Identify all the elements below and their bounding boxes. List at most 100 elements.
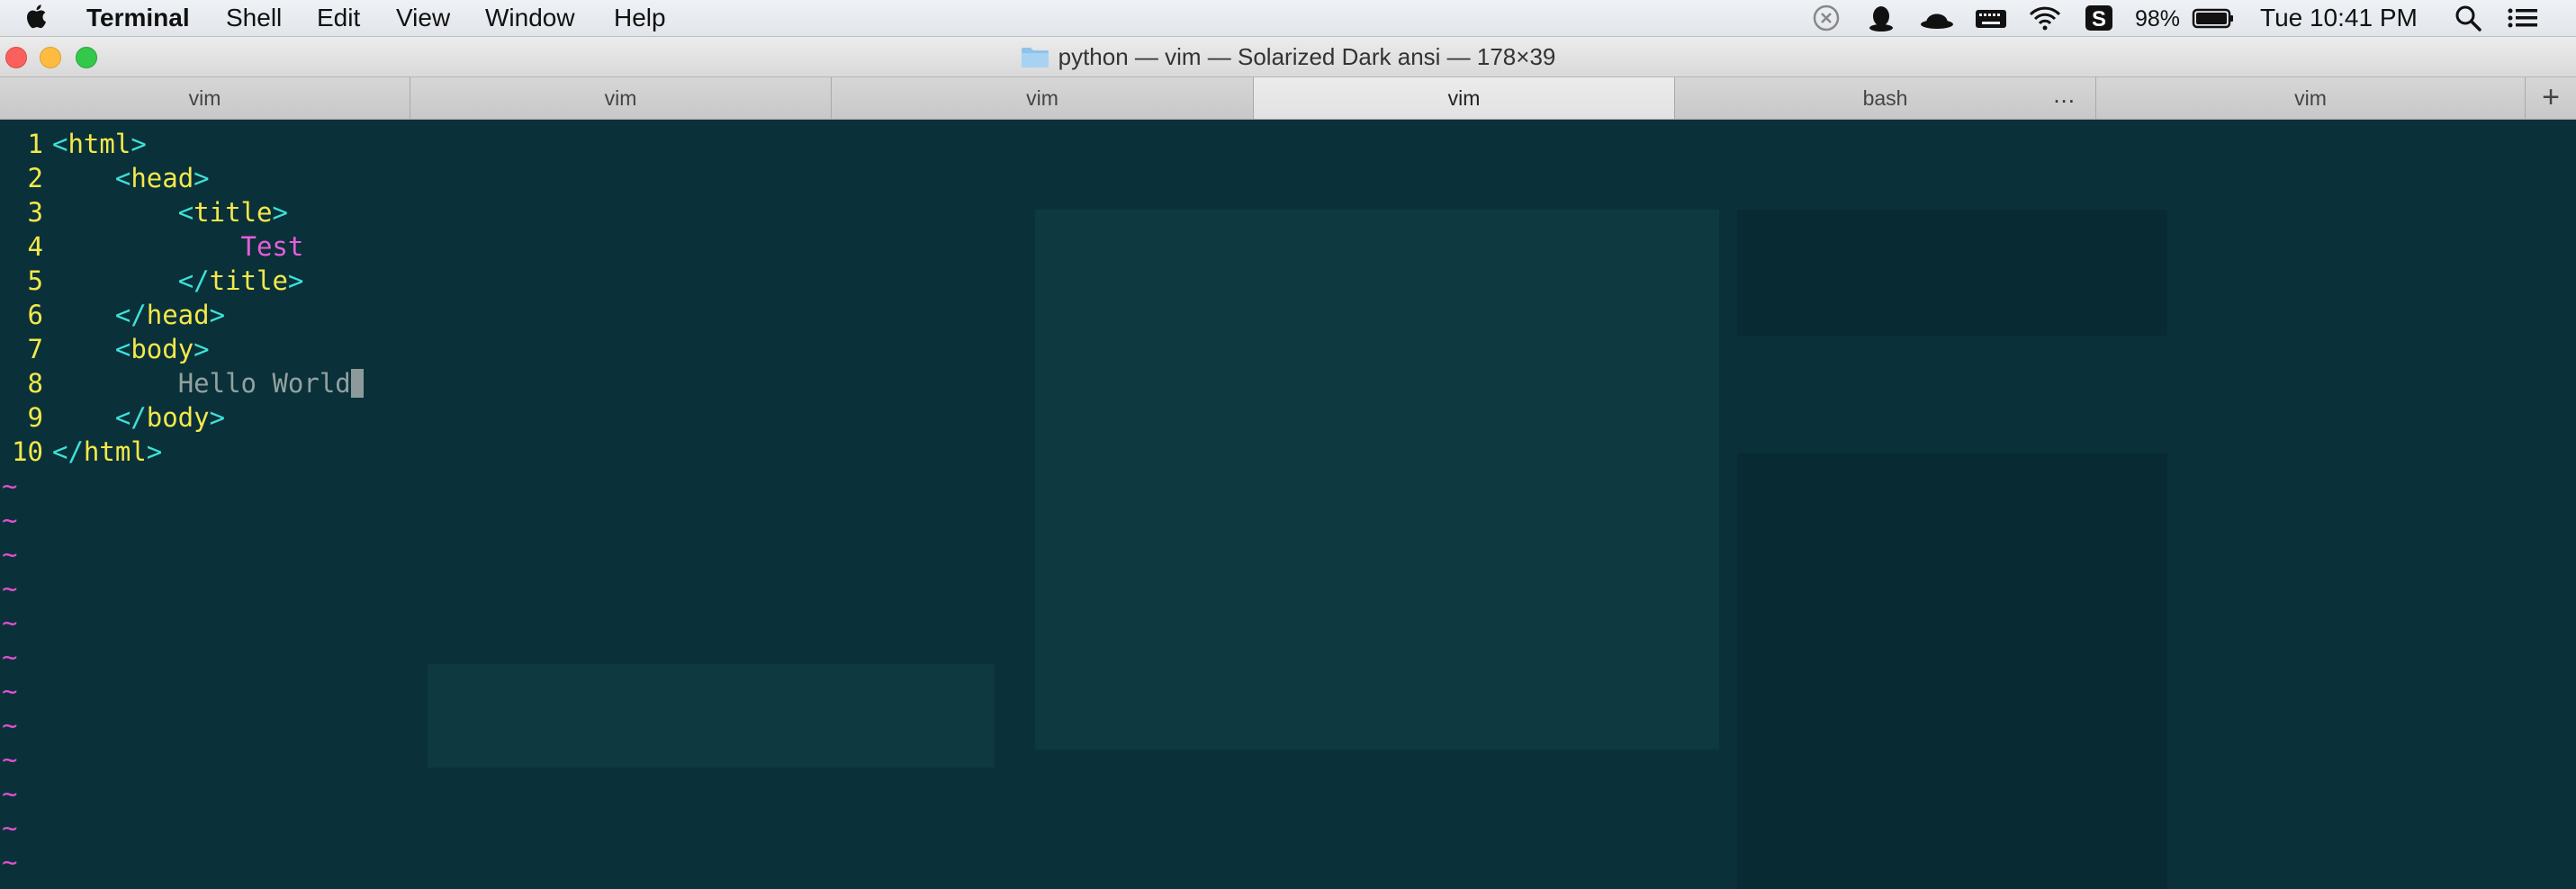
- tab-vim-2[interactable]: vim: [410, 77, 832, 119]
- folder-icon: [1021, 48, 1049, 67]
- tag-close-bracket: >: [287, 265, 304, 296]
- tag-open-bracket: </: [114, 300, 147, 330]
- editor-line[interactable]: 2 <head>: [0, 161, 210, 195]
- tab-bash[interactable]: bash...: [1675, 77, 2096, 119]
- editor-line[interactable]: 6 </head>: [0, 298, 226, 332]
- new-tab-button[interactable]: +: [2526, 77, 2576, 119]
- editor-line[interactable]: 9 </body>: [0, 400, 226, 435]
- tab-vim-3[interactable]: vim: [832, 77, 1254, 119]
- menu-view[interactable]: View: [396, 2, 450, 34]
- background-window-ghost: [1737, 210, 2167, 336]
- tag-name: head: [146, 300, 210, 330]
- tab-label: vim: [1447, 86, 1481, 110]
- apple-icon[interactable]: [23, 2, 47, 31]
- tag-name: title: [194, 197, 273, 228]
- tag-name: title: [209, 265, 288, 296]
- tag-name: body: [146, 402, 210, 433]
- window-title: python — vim — Solarized Dark ansi — 178…: [0, 42, 2576, 71]
- tab-vim-active[interactable]: vim: [1254, 77, 1675, 119]
- tag-open-bracket: </: [52, 436, 84, 467]
- line-number: 9: [27, 402, 43, 433]
- editor-line[interactable]: 5 </title>: [0, 264, 304, 298]
- line-number: 7: [27, 334, 43, 364]
- tab-more-indicator[interactable]: ...: [2053, 74, 2076, 115]
- svg-text:S: S: [2092, 7, 2106, 31]
- tag-open-bracket: <: [114, 334, 131, 364]
- tag-open-bracket: <: [114, 163, 131, 193]
- menu-bar: Terminal Shell Edit View Window Help S 9…: [0, 0, 2576, 37]
- empty-line-marker: ~: [2, 539, 18, 570]
- empty-line-marker: ~: [2, 847, 18, 877]
- empty-line-marker: ~: [2, 642, 18, 672]
- line-number: 6: [27, 300, 43, 330]
- editor-line[interactable]: 1 <html>: [0, 127, 147, 161]
- empty-line-marker: ~: [2, 710, 18, 741]
- tag-close-bracket: >: [194, 334, 210, 364]
- search-icon[interactable]: [2453, 4, 2483, 32]
- background-window-ghost: [1737, 453, 2167, 889]
- x-circle-icon[interactable]: [1812, 4, 1841, 32]
- list-icon[interactable]: [2505, 4, 2541, 32]
- line-number: 1: [27, 129, 43, 159]
- window-title-text: python — vim — Solarized Dark ansi — 178…: [1058, 43, 1556, 70]
- tab-label: bash: [1862, 86, 1908, 110]
- body-text: Hello World: [177, 368, 351, 399]
- editor-line[interactable]: 8 Hello World: [0, 366, 364, 400]
- hat-icon[interactable]: [1919, 4, 1955, 32]
- tag-name: html: [83, 436, 147, 467]
- line-number: 5: [27, 265, 43, 296]
- tag-close-bracket: >: [209, 402, 226, 433]
- tag-close-bracket: >: [194, 163, 210, 193]
- tag-close-bracket: >: [131, 129, 147, 159]
- tag-close-bracket: >: [272, 197, 288, 228]
- qq-icon[interactable]: [1866, 4, 1896, 32]
- background-window-ghost: [428, 664, 995, 768]
- editor-line[interactable]: 10 </html>: [0, 435, 162, 469]
- line-number: 3: [27, 197, 43, 228]
- tab-vim-6[interactable]: vim: [2096, 77, 2526, 119]
- line-number: 10: [12, 436, 43, 467]
- wifi-icon[interactable]: [2027, 4, 2063, 32]
- tag-open-bracket: </: [114, 402, 147, 433]
- menu-edit[interactable]: Edit: [317, 2, 360, 34]
- terminal-view[interactable]: 1 <html> 2 <head> 3 <title> 4 Test 5 </title>…: [0, 120, 2576, 889]
- title-text: Test: [240, 231, 304, 262]
- tag-name: body: [131, 334, 194, 364]
- line-number: 2: [27, 163, 43, 193]
- menu-shell[interactable]: Shell: [226, 2, 282, 34]
- keyboard-icon[interactable]: [1973, 4, 2009, 32]
- tab-label: vim: [1026, 86, 1058, 110]
- tab-label: vim: [188, 86, 221, 110]
- tab-label: vim: [604, 86, 637, 110]
- window-title-bar[interactable]: python — vim — Solarized Dark ansi — 178…: [0, 37, 2576, 77]
- line-number: 8: [27, 368, 43, 399]
- empty-line-marker: ~: [2, 813, 18, 843]
- menu-window[interactable]: Window: [485, 2, 575, 34]
- tag-close-bracket: >: [209, 300, 226, 330]
- line-number: 4: [27, 231, 43, 262]
- editor-line[interactable]: 3 <title>: [0, 195, 288, 229]
- menu-help[interactable]: Help: [614, 2, 666, 34]
- tag-open-bracket: <: [52, 129, 68, 159]
- tag-open-bracket: <: [177, 197, 194, 228]
- tag-open-bracket: </: [177, 265, 210, 296]
- empty-line-marker: ~: [2, 778, 18, 809]
- s-app-icon[interactable]: S: [2084, 4, 2114, 32]
- tab-vim-1[interactable]: vim: [0, 77, 410, 119]
- menu-app-name[interactable]: Terminal: [86, 2, 190, 34]
- clock[interactable]: Tue 10:41 PM: [2260, 2, 2418, 34]
- empty-line-marker: ~: [2, 505, 18, 535]
- editor-line[interactable]: 7 <body>: [0, 332, 210, 366]
- empty-line-marker: ~: [2, 471, 18, 501]
- editor-line[interactable]: 4 Test: [0, 229, 304, 264]
- battery-icon[interactable]: [2192, 4, 2235, 32]
- tag-name: head: [131, 163, 194, 193]
- tab-label: vim: [2294, 86, 2327, 110]
- empty-line-marker: ~: [2, 744, 18, 775]
- tab-bar: vim vim vim vim bash... vim +: [0, 77, 2576, 120]
